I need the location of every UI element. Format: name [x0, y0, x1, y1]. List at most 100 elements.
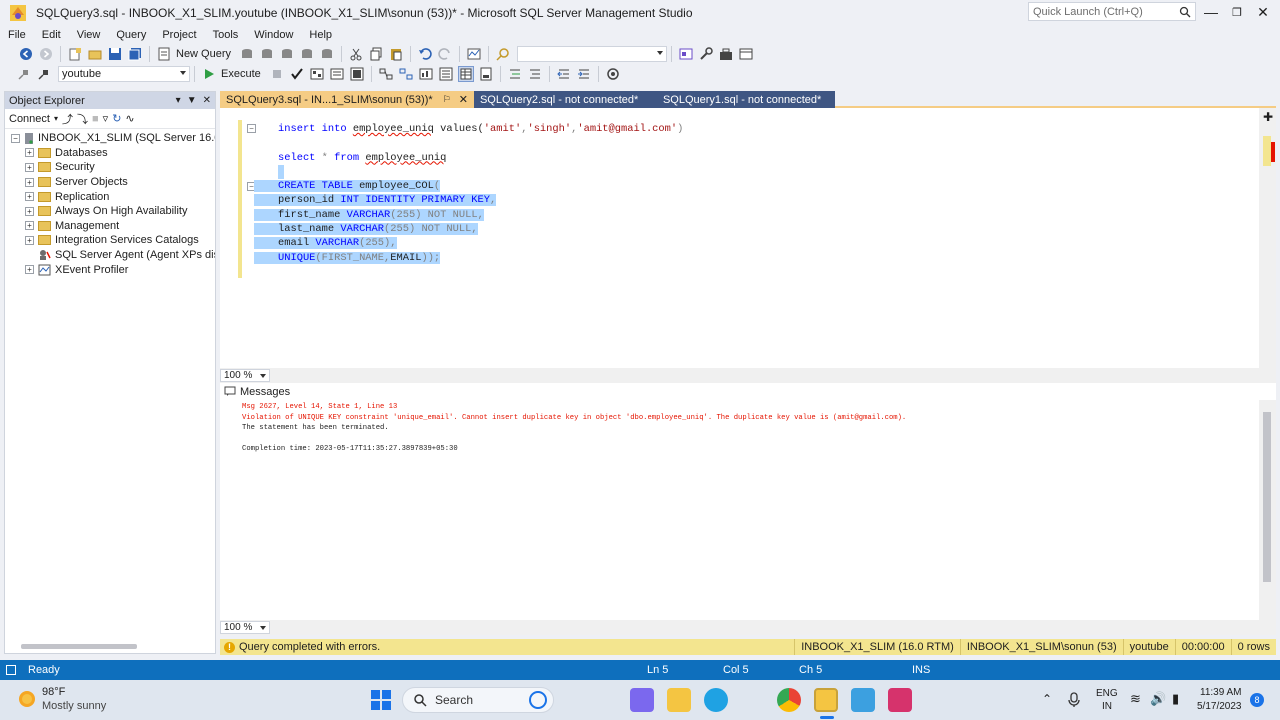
activity-monitor-icon[interactable]: ∿	[125, 112, 134, 125]
close-icon[interactable]: ✕	[459, 93, 468, 106]
volume-icon[interactable]: 🔊	[1150, 691, 1166, 707]
expand-icon[interactable]: +	[25, 235, 34, 245]
dax-query-icon[interactable]	[319, 46, 335, 62]
filter-icon[interactable]: ▿	[103, 112, 109, 125]
find-combo[interactable]	[517, 46, 668, 62]
activity-monitor-icon[interactable]	[466, 46, 482, 62]
parse-check-icon[interactable]	[289, 66, 305, 82]
quick-launch-input[interactable]: Quick Launch (Ctrl+Q)	[1028, 2, 1196, 21]
windows-start-icon[interactable]	[370, 689, 392, 711]
expand-icon[interactable]: +	[25, 265, 34, 275]
estimated-plan-icon[interactable]	[309, 66, 325, 82]
tree-server-node[interactable]: − INBOOK_X1_SLIM (SQL Server 16.0.1000.6	[5, 131, 215, 146]
ssms-app-icon[interactable]	[8, 3, 28, 23]
tree-node-sql-agent[interactable]: SQL Server Agent (Agent XPs disabled)	[5, 248, 215, 263]
tree-node-replication[interactable]: + Replication	[5, 189, 215, 204]
menu-tools[interactable]: Tools	[213, 29, 239, 41]
query-editor[interactable]: − − insert into employee_uniq values('am…	[220, 108, 1276, 368]
teams-icon[interactable]	[630, 688, 654, 712]
expand-icon[interactable]: +	[25, 206, 34, 216]
sun-icon[interactable]	[16, 688, 38, 710]
menu-view[interactable]: View	[77, 29, 101, 41]
expand-icon[interactable]: +	[25, 148, 34, 158]
forward-icon[interactable]	[38, 46, 54, 62]
new-project-icon[interactable]	[67, 46, 83, 62]
edge-icon[interactable]	[704, 688, 728, 712]
menu-edit[interactable]: Edit	[42, 29, 61, 41]
query-options-icon[interactable]	[329, 66, 345, 82]
cut-icon[interactable]	[348, 46, 364, 62]
tree-node-server-objects[interactable]: + Server Objects	[5, 175, 215, 190]
close-button[interactable]: ✕	[1252, 2, 1274, 22]
paste-icon[interactable]	[388, 46, 404, 62]
xmla-query-icon[interactable]	[299, 46, 315, 62]
chrome-icon[interactable]	[777, 688, 801, 712]
scroll-thumb[interactable]	[1263, 412, 1271, 582]
minimize-button[interactable]: —	[1200, 2, 1222, 22]
file-explorer-icon[interactable]	[667, 688, 691, 712]
tab-sqlquery2[interactable]: SQLQuery2.sql - not connected*	[473, 91, 657, 108]
tree-node-databases[interactable]: + Databases	[5, 146, 215, 161]
clock-time[interactable]: 11:39 AM	[1200, 687, 1242, 698]
results-to-file-icon[interactable]	[478, 66, 494, 82]
copy-icon[interactable]	[368, 46, 384, 62]
find-icon[interactable]	[495, 46, 511, 62]
weather-temp[interactable]: 98°F	[42, 686, 65, 698]
tab-sqlquery3[interactable]: SQLQuery3.sql - IN...1_SLIM\sonun (53))*…	[220, 91, 474, 108]
back-icon[interactable]	[18, 46, 34, 62]
dmx-query-icon[interactable]	[279, 46, 295, 62]
chevron-up-icon[interactable]: ⌃	[1042, 692, 1052, 706]
screen-recorder-icon[interactable]	[888, 688, 912, 712]
results-to-text-icon[interactable]	[438, 66, 454, 82]
language-code[interactable]: ENG	[1096, 688, 1118, 699]
panel-menu-icon[interactable]: ▾	[176, 95, 181, 106]
pin-icon[interactable]: ⚐	[443, 94, 451, 105]
save-all-icon[interactable]	[127, 46, 143, 62]
weather-desc[interactable]: Mostly sunny	[42, 700, 106, 712]
disconnect-plug-icon[interactable]: ⤵	[77, 111, 88, 127]
new-query-icon[interactable]	[156, 46, 172, 62]
include-plan-icon[interactable]	[378, 66, 394, 82]
menu-query[interactable]: Query	[116, 29, 146, 41]
menu-file[interactable]: File	[8, 29, 26, 41]
vertical-scrollbar[interactable]: ✚	[1259, 108, 1276, 368]
redo-icon[interactable]	[437, 46, 453, 62]
available-databases-select[interactable]: youtube	[58, 66, 190, 82]
collapse-icon[interactable]: −	[247, 124, 256, 133]
chevron-down-icon[interactable]: ▾	[54, 114, 58, 123]
tree-node-integration-services[interactable]: + Integration Services Catalogs	[5, 233, 215, 248]
change-connection-icon[interactable]	[36, 66, 52, 82]
database-query-icon[interactable]	[239, 46, 255, 62]
expand-icon[interactable]: +	[25, 162, 34, 172]
stop-icon[interactable]: ■	[92, 113, 99, 125]
new-query-button[interactable]: New Query	[176, 48, 231, 60]
tab-sqlquery1[interactable]: SQLQuery1.sql - not connected*	[656, 91, 835, 108]
ssms-taskbar-icon[interactable]	[814, 688, 838, 712]
editor-zoom-select[interactable]: 100 %	[220, 369, 270, 382]
pin-icon[interactable]: ▼	[187, 95, 197, 106]
intellisense-icon[interactable]	[349, 66, 365, 82]
properties-icon[interactable]	[698, 46, 714, 62]
cancel-query-icon[interactable]	[269, 66, 285, 82]
connect-dropdown[interactable]: Connect	[9, 113, 50, 125]
uncomment-lines-icon[interactable]	[527, 66, 543, 82]
execute-icon[interactable]	[201, 66, 217, 82]
panel-close-icon[interactable]: ✕	[203, 95, 211, 106]
client-stats-icon[interactable]	[418, 66, 434, 82]
tree-node-xevent-profiler[interactable]: + XEvent Profiler	[5, 262, 215, 277]
wifi-icon[interactable]: ≋	[1130, 691, 1141, 707]
tree-node-management[interactable]: + Management	[5, 219, 215, 234]
split-icon[interactable]: ✚	[1263, 110, 1273, 124]
specify-values-icon[interactable]	[605, 66, 621, 82]
live-query-stats-icon[interactable]	[398, 66, 414, 82]
toolbox-icon[interactable]	[718, 46, 734, 62]
notepad-icon[interactable]	[851, 688, 875, 712]
results-to-grid-icon[interactable]	[457, 66, 474, 82]
undo-icon[interactable]	[417, 46, 433, 62]
open-file-icon[interactable]	[87, 46, 103, 62]
horizontal-scrollbar[interactable]	[21, 644, 137, 649]
increase-indent-icon[interactable]	[576, 66, 592, 82]
menu-project[interactable]: Project	[162, 29, 196, 41]
collapse-icon[interactable]: −	[11, 133, 20, 143]
expand-icon[interactable]: +	[25, 192, 34, 202]
